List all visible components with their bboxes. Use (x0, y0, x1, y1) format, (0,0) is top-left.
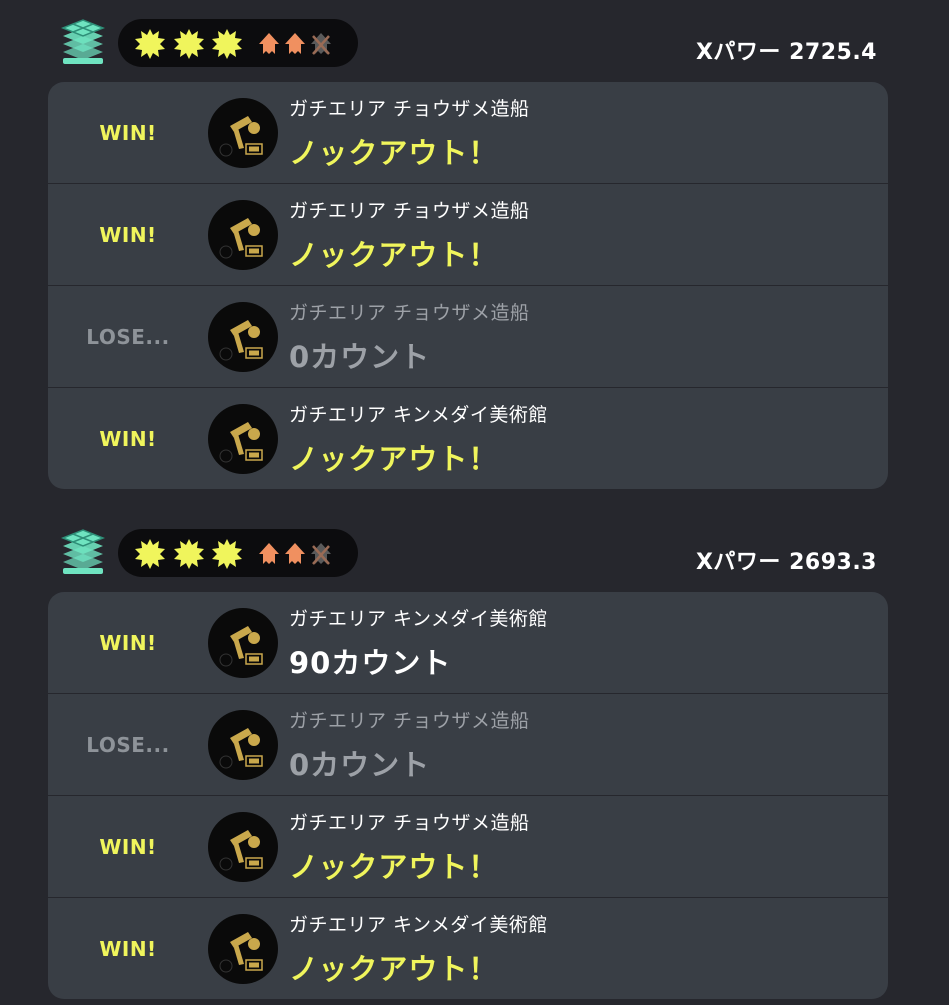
squid-icon (259, 33, 279, 54)
charger-weapon-icon (208, 914, 278, 984)
match-result: WIN! (99, 222, 157, 247)
xpower-value: Xパワー 2725.4 (695, 40, 877, 65)
match-outcome: 0カウント (289, 748, 431, 782)
match-result: WIN! (99, 936, 157, 961)
match-outcome: 90カウント (289, 646, 452, 680)
charger-weapon-icon (208, 200, 278, 270)
charger-weapon-icon (208, 98, 278, 168)
ink-splat-icon (212, 29, 242, 59)
match-result: WIN! (99, 426, 157, 451)
match-outcome: ノックアウト！ (289, 442, 499, 476)
match-result: LOSE... (86, 732, 170, 757)
match-result: WIN! (99, 120, 157, 145)
splat-zones-icon (60, 19, 106, 64)
group-header: Xパワー 2725.4 (0, 0, 949, 67)
ink-splat-icon (174, 29, 204, 59)
squid-icon (285, 543, 305, 564)
match-row[interactable]: WIN! ガチエリア キンメダイ美術館 ノックアウト！ (48, 387, 888, 489)
charger-weapon-icon (208, 710, 278, 780)
match-outcome: ノックアウト！ (289, 136, 499, 170)
wins-summary-pill (118, 19, 358, 67)
ink-splat-icon (212, 539, 242, 569)
match-outcome: ノックアウト！ (289, 238, 499, 272)
stage-name: ガチエリア キンメダイ美術館 (289, 608, 548, 630)
match-row[interactable]: WIN! ガチエリア キンメダイ美術館 ノックアウト！ (48, 897, 888, 999)
charger-weapon-icon (208, 302, 278, 372)
charger-weapon-icon (208, 404, 278, 474)
stage-name: ガチエリア キンメダイ美術館 (289, 404, 548, 426)
match-group: Xパワー 2693.3 WIN! ガチエリア キンメダイ美術館 90カウント L… (0, 510, 949, 999)
charger-weapon-icon (208, 812, 278, 882)
charger-weapon-icon (208, 608, 278, 678)
match-result: WIN! (99, 834, 157, 859)
ink-splat-icon (135, 29, 165, 59)
group-header: Xパワー 2693.3 (0, 510, 949, 577)
match-row[interactable]: WIN! ガチエリア キンメダイ美術館 90カウント (48, 592, 888, 693)
match-list: WIN! ガチエリア チョウザメ造船 ノックアウト！ WIN! ガチエリア チョ… (48, 82, 888, 489)
match-row[interactable]: LOSE... ガチエリア チョウザメ造船 0カウント (48, 693, 888, 795)
wins-summary-pill (118, 529, 358, 577)
xpower-value: Xパワー 2693.3 (695, 550, 877, 575)
match-group: Xパワー 2725.4 WIN! ガチエリア チョウザメ造船 ノックアウト！ W… (0, 0, 949, 489)
match-outcome: ノックアウト！ (289, 952, 499, 986)
squid-defeated-icon (311, 33, 331, 55)
match-row[interactable]: WIN! ガチエリア チョウザメ造船 ノックアウト！ (48, 183, 888, 285)
stage-name: ガチエリア チョウザメ造船 (289, 98, 530, 120)
squid-icon (259, 543, 279, 564)
match-row[interactable]: WIN! ガチエリア チョウザメ造船 ノックアウト！ (48, 795, 888, 897)
splat-zones-icon (60, 529, 106, 574)
match-result: WIN! (99, 630, 157, 655)
stage-name: ガチエリア キンメダイ美術館 (289, 914, 548, 936)
match-outcome: 0カウント (289, 340, 431, 374)
match-row[interactable]: LOSE... ガチエリア チョウザメ造船 0カウント (48, 285, 888, 387)
stage-name: ガチエリア チョウザメ造船 (289, 302, 530, 324)
stage-name: ガチエリア チョウザメ造船 (289, 812, 530, 834)
match-row[interactable]: WIN! ガチエリア チョウザメ造船 ノックアウト！ (48, 82, 888, 183)
squid-defeated-icon (311, 543, 331, 565)
ink-splat-icon (135, 539, 165, 569)
ink-splat-icon (174, 539, 204, 569)
match-outcome: ノックアウト！ (289, 850, 499, 884)
stage-name: ガチエリア チョウザメ造船 (289, 200, 530, 222)
match-list: WIN! ガチエリア キンメダイ美術館 90カウント LOSE... ガチエリア… (48, 592, 888, 999)
stage-name: ガチエリア チョウザメ造船 (289, 710, 530, 732)
squid-icon (285, 33, 305, 54)
match-result: LOSE... (86, 324, 170, 349)
